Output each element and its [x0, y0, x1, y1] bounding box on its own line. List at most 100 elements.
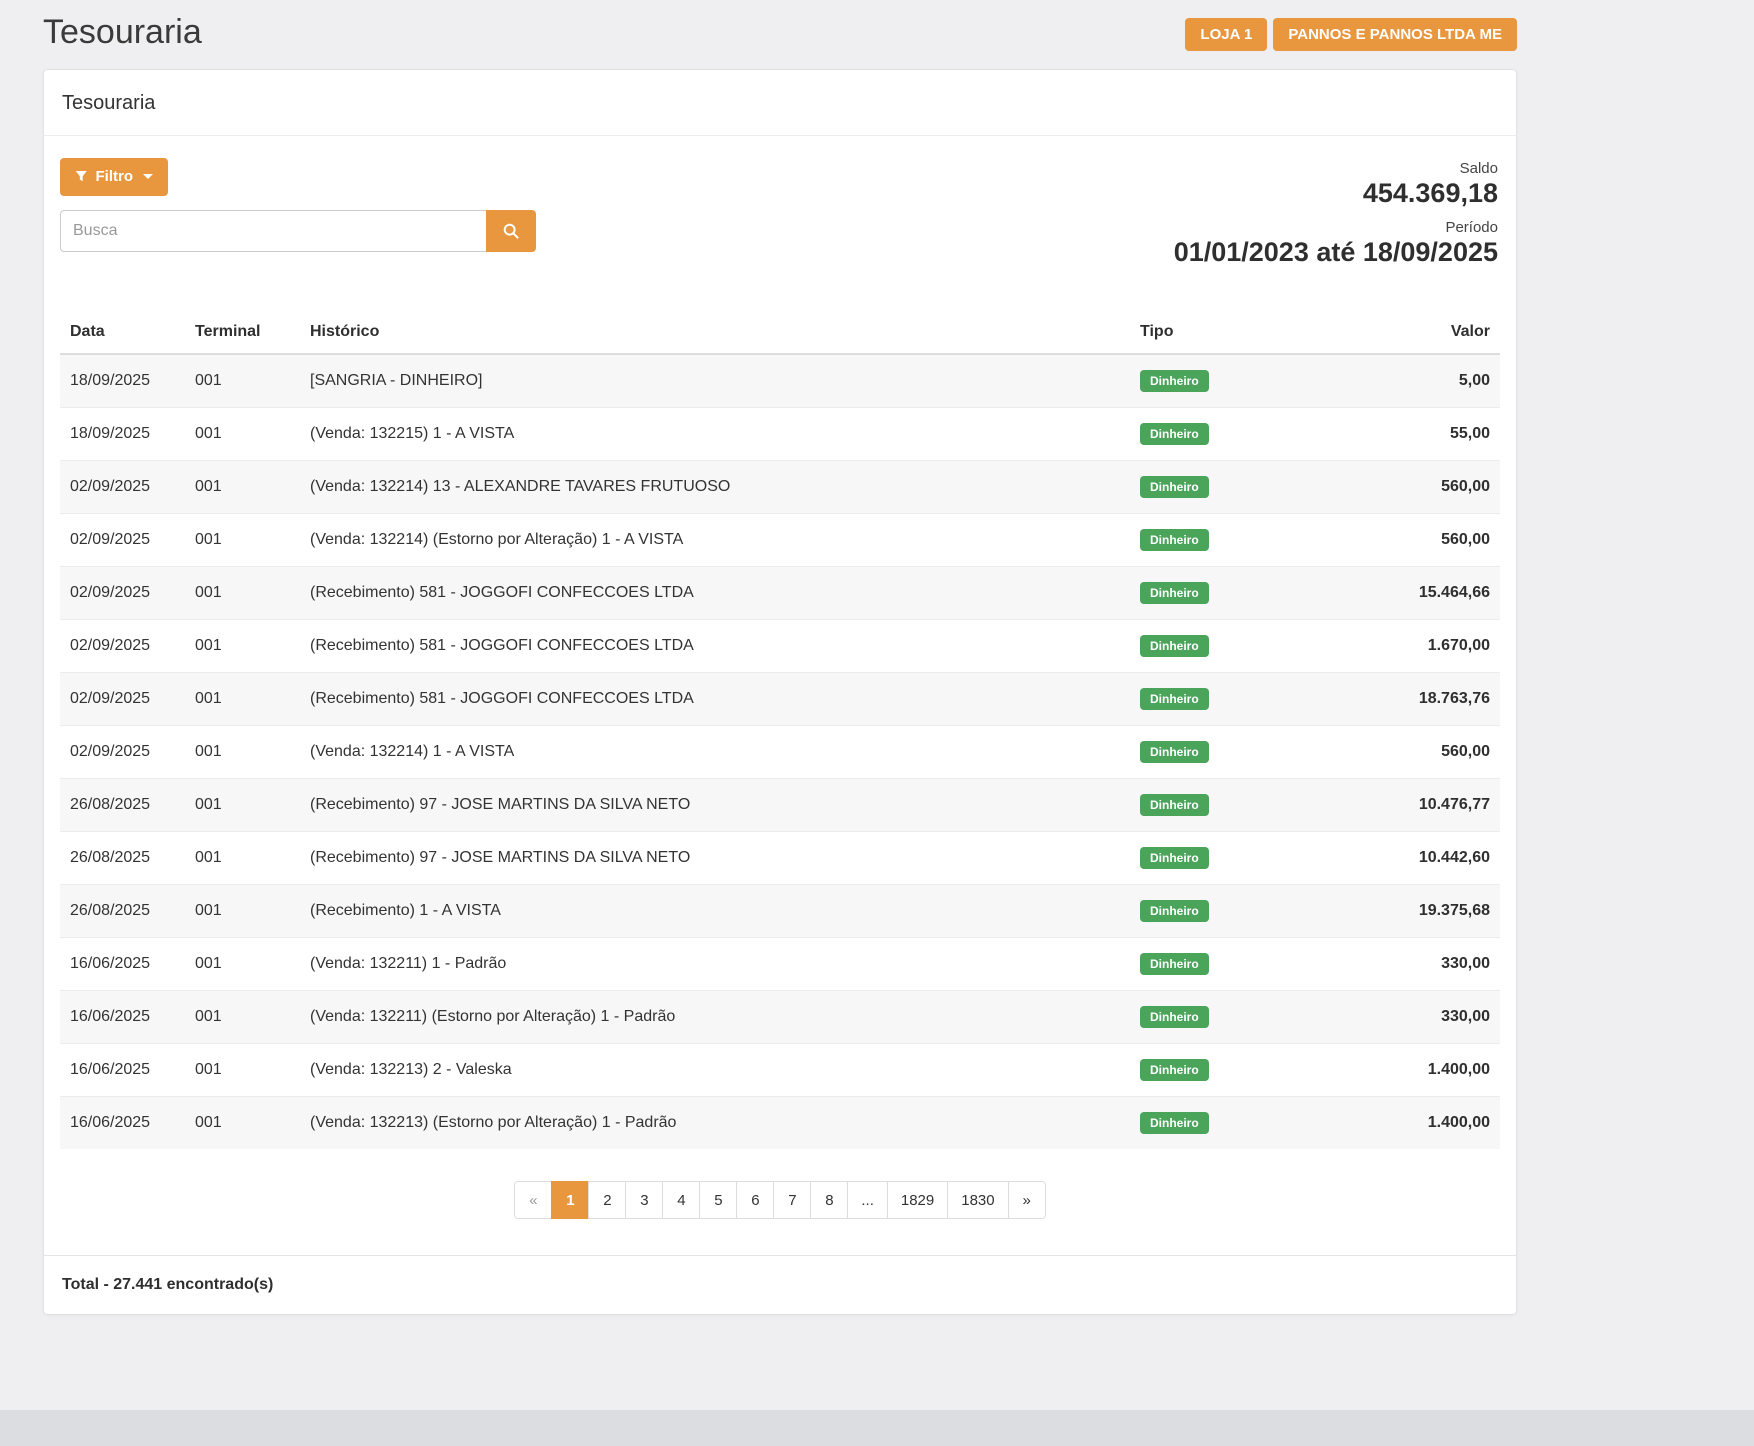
card-header: Tesouraria	[44, 70, 1516, 136]
pagination-item[interactable]: ...	[847, 1181, 888, 1219]
header-valor: Valor	[1330, 311, 1500, 354]
table-row: 26/08/2025001(Recebimento) 1 - A VISTA Di…	[60, 885, 1500, 938]
cell-valor: 5,00	[1330, 354, 1500, 408]
cell-valor: 330,00	[1330, 938, 1500, 991]
cell-historico: (Recebimento) 1 - A VISTA	[300, 885, 1130, 938]
pagination-item[interactable]: 7	[773, 1181, 811, 1219]
tipo-badge: Dinheiro	[1140, 794, 1209, 816]
pagination-item[interactable]: 6	[736, 1181, 774, 1219]
tipo-badge: Dinheiro	[1140, 953, 1209, 975]
cell-data: 16/06/2025	[60, 991, 185, 1044]
cell-tipo: Dinheiro	[1130, 1044, 1330, 1097]
filter-button-label: Filtro	[96, 169, 134, 184]
cell-historico: (Venda: 132211) (Estorno por Alteração) …	[300, 991, 1130, 1044]
cell-valor: 560,00	[1330, 461, 1500, 514]
cell-tipo: Dinheiro	[1130, 673, 1330, 726]
header-data: Data	[60, 311, 185, 354]
card-body: Filtro Saldo 454.369,18 Período 01/01/20…	[44, 136, 1516, 1256]
table-row: 16/06/2025001(Venda: 132213) 2 - Valeska…	[60, 1044, 1500, 1097]
cell-valor: 1.400,00	[1330, 1044, 1500, 1097]
pagination-item[interactable]: 4	[662, 1181, 700, 1219]
filter-button[interactable]: Filtro	[60, 158, 168, 196]
pagination-item[interactable]: 5	[699, 1181, 737, 1219]
tipo-badge: Dinheiro	[1140, 847, 1209, 869]
table-row: 26/08/2025001(Recebimento) 97 - JOSE MAR…	[60, 779, 1500, 832]
cell-terminal: 001	[185, 991, 300, 1044]
caret-down-icon	[143, 174, 153, 179]
pagination-item[interactable]: »	[1008, 1181, 1046, 1219]
cell-historico: (Recebimento) 581 - JOGGOFI CONFECCOES L…	[300, 620, 1130, 673]
cell-valor: 560,00	[1330, 726, 1500, 779]
table-row: 02/09/2025001(Recebimento) 581 - JOGGOFI…	[60, 567, 1500, 620]
tipo-badge: Dinheiro	[1140, 1006, 1209, 1028]
cell-data: 02/09/2025	[60, 726, 185, 779]
tipo-badge: Dinheiro	[1140, 688, 1209, 710]
cell-data: 02/09/2025	[60, 567, 185, 620]
cell-valor: 18.763,76	[1330, 673, 1500, 726]
cell-data: 26/08/2025	[60, 779, 185, 832]
tipo-badge: Dinheiro	[1140, 1059, 1209, 1081]
cell-data: 26/08/2025	[60, 885, 185, 938]
cell-data: 02/09/2025	[60, 620, 185, 673]
tipo-badge: Dinheiro	[1140, 370, 1209, 392]
cell-terminal: 001	[185, 885, 300, 938]
cell-tipo: Dinheiro	[1130, 1097, 1330, 1150]
cell-valor: 19.375,68	[1330, 885, 1500, 938]
cell-data: 16/06/2025	[60, 1097, 185, 1150]
saldo-value: 454.369,18	[1174, 177, 1498, 211]
cell-valor: 1.670,00	[1330, 620, 1500, 673]
cell-terminal: 001	[185, 938, 300, 991]
top-buttons: LOJA 1 PANNOS E PANNOS LTDA ME	[1185, 18, 1517, 51]
search-input[interactable]	[60, 210, 486, 252]
pagination-item[interactable]: 1	[551, 1181, 589, 1219]
cell-tipo: Dinheiro	[1130, 354, 1330, 408]
card-title: Tesouraria	[62, 92, 1498, 115]
card-footer: Total - 27.441 encontrado(s)	[44, 1255, 1516, 1314]
table-row: 16/06/2025001(Venda: 132211) 1 - PadrãoD…	[60, 938, 1500, 991]
cell-tipo: Dinheiro	[1130, 461, 1330, 514]
cell-terminal: 001	[185, 779, 300, 832]
transactions-table: Data Terminal Histórico Tipo Valor 18/09…	[60, 311, 1500, 1149]
left-controls: Filtro	[60, 158, 536, 252]
pagination-item: «	[514, 1181, 552, 1219]
cell-valor: 1.400,00	[1330, 1097, 1500, 1150]
total-count: Total - 27.441 encontrado(s)	[62, 1276, 1498, 1294]
pagination-item[interactable]: 8	[810, 1181, 848, 1219]
company-button[interactable]: PANNOS E PANNOS LTDA ME	[1273, 18, 1517, 51]
store-button[interactable]: LOJA 1	[1185, 18, 1267, 51]
cell-tipo: Dinheiro	[1130, 620, 1330, 673]
pagination-item[interactable]: 2	[588, 1181, 626, 1219]
cell-historico: (Recebimento) 581 - JOGGOFI CONFECCOES L…	[300, 567, 1130, 620]
header-tipo: Tipo	[1130, 311, 1330, 354]
tipo-badge: Dinheiro	[1140, 1112, 1209, 1134]
cell-tipo: Dinheiro	[1130, 885, 1330, 938]
cell-terminal: 001	[185, 567, 300, 620]
cell-terminal: 001	[185, 461, 300, 514]
cell-valor: 15.464,66	[1330, 567, 1500, 620]
table-row: 16/06/2025001(Venda: 132211) (Estorno po…	[60, 991, 1500, 1044]
top-bar: Tesouraria LOJA 1 PANNOS E PANNOS LTDA M…	[43, 12, 1517, 53]
table-row: 16/06/2025001(Venda: 132213) (Estorno po…	[60, 1097, 1500, 1150]
cell-valor: 10.476,77	[1330, 779, 1500, 832]
cell-terminal: 001	[185, 832, 300, 885]
cell-data: 18/09/2025	[60, 408, 185, 461]
cell-historico: (Venda: 132215) 1 - A VISTA	[300, 408, 1130, 461]
cell-tipo: Dinheiro	[1130, 832, 1330, 885]
cell-terminal: 001	[185, 620, 300, 673]
cell-tipo: Dinheiro	[1130, 779, 1330, 832]
tipo-badge: Dinheiro	[1140, 900, 1209, 922]
cell-data: 02/09/2025	[60, 514, 185, 567]
cell-valor: 55,00	[1330, 408, 1500, 461]
search-button[interactable]	[486, 210, 536, 252]
cell-terminal: 001	[185, 408, 300, 461]
cell-historico: (Venda: 132214) 13 - ALEXANDRE TAVARES F…	[300, 461, 1130, 514]
controls-row: Filtro Saldo 454.369,18 Período 01/01/20…	[60, 158, 1500, 270]
search-group	[60, 210, 536, 252]
cell-historico: (Venda: 132214) 1 - A VISTA	[300, 726, 1130, 779]
pagination-item[interactable]: 3	[625, 1181, 663, 1219]
cell-historico: (Venda: 132213) 2 - Valeska	[300, 1044, 1130, 1097]
table-header-row: Data Terminal Histórico Tipo Valor	[60, 311, 1500, 354]
cell-tipo: Dinheiro	[1130, 567, 1330, 620]
pagination-item[interactable]: 1829	[887, 1181, 948, 1219]
pagination-item[interactable]: 1830	[947, 1181, 1008, 1219]
